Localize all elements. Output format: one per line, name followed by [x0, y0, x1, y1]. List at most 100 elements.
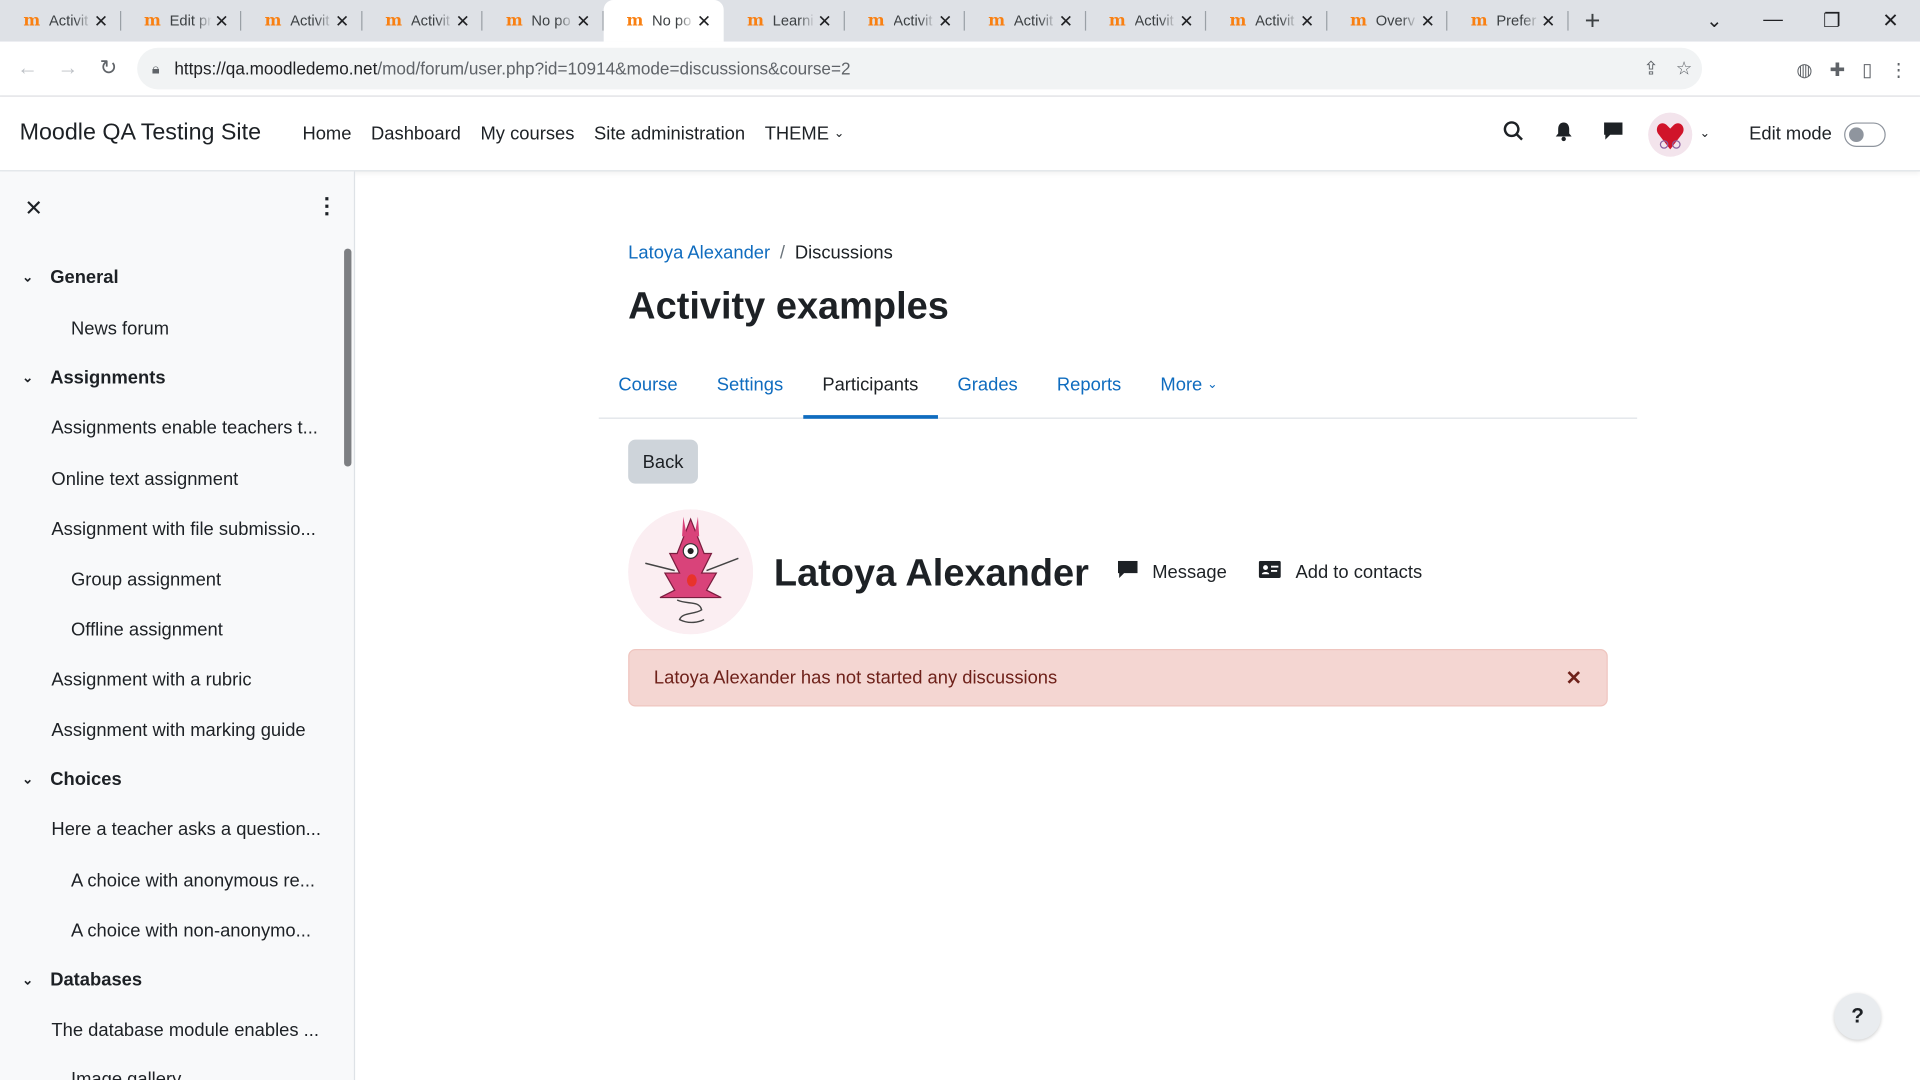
browser-tab[interactable]: m Overv ✕ [1327, 0, 1448, 42]
course-index-drawer: ✕ ⋮ ⌄ General News forum ⌄ Assignments Ass… [0, 171, 356, 1080]
tab-close-icon[interactable]: ✕ [332, 10, 352, 31]
course-index-item[interactable]: A choice with non-anonymo... [71, 921, 323, 942]
browser-menu-icon[interactable]: ⋮ [1889, 58, 1907, 80]
tab-reports[interactable]: Reports [1037, 353, 1141, 418]
course-index-item[interactable]: Assignment with file submissio... [51, 519, 325, 540]
restore-icon[interactable]: ❐ [1802, 9, 1861, 33]
tab-more-dropdown[interactable]: More ⌄ [1141, 353, 1237, 418]
forward-arrow-icon[interactable]: → [48, 56, 88, 80]
course-section-assignments[interactable]: ⌄ Assignments [22, 367, 354, 388]
new-tab-plus-icon[interactable]: + [1568, 0, 1617, 42]
tab-participants[interactable]: Participants [802, 353, 939, 419]
minimize-icon[interactable]: — [1744, 10, 1803, 32]
browser-tab[interactable]: m No po ✕ [482, 0, 603, 42]
window-close-icon[interactable]: ✕ [1861, 9, 1920, 33]
site-brand[interactable]: Moodle QA Testing Site [20, 120, 261, 147]
profile-name: Latoya Alexander [773, 551, 1089, 594]
nav-theme-dropdown[interactable]: THEME ⌄ [765, 123, 844, 144]
nav-site-administration[interactable]: Site administration [594, 123, 745, 144]
close-icon[interactable]: ✕ [1566, 666, 1582, 690]
extension-badge-icon[interactable]: ◍ [1796, 58, 1812, 80]
bookmark-star-icon[interactable]: ☆ [1676, 58, 1692, 80]
tab-close-icon[interactable]: ✕ [574, 10, 594, 31]
reload-icon[interactable]: ↻ [88, 56, 128, 80]
page-title: Activity examples [628, 284, 949, 327]
browser-tab[interactable]: m Activit ✕ [0, 0, 121, 42]
nav-my-courses[interactable]: My courses [481, 123, 575, 144]
course-index-item[interactable]: A choice with anonymous re... [71, 871, 323, 892]
tab-close-icon[interactable]: ✕ [815, 10, 835, 31]
browser-tab[interactable]: m Activit ✕ [844, 0, 965, 42]
browser-tab[interactable]: m Activit ✕ [965, 0, 1086, 42]
notification-bell-icon[interactable] [1554, 121, 1574, 148]
tab-close-icon[interactable]: ✕ [1056, 10, 1076, 31]
tab-course[interactable]: Course [599, 353, 697, 418]
messages-icon[interactable] [1603, 121, 1624, 147]
course-index-item[interactable]: News forum [71, 318, 323, 339]
chevron-down-icon[interactable]: ⌄ [22, 269, 44, 286]
share-icon[interactable]: ⇪ [1643, 58, 1658, 80]
tab-close-icon[interactable]: ✕ [1297, 10, 1317, 31]
extensions-puzzle-icon[interactable]: ✚ [1830, 58, 1845, 80]
tab-close-icon[interactable]: ✕ [694, 10, 714, 31]
course-section-general[interactable]: ⌄ General [22, 267, 354, 288]
course-index-item[interactable]: Assignments enable teachers t... [51, 418, 325, 439]
course-index-item[interactable]: Online text assignment [51, 469, 325, 490]
moodle-favicon-icon: m [626, 11, 644, 31]
edit-mode-label: Edit mode [1749, 123, 1832, 145]
alert-no-discussions: Latoya Alexander has not started any dis… [628, 648, 1608, 707]
tab-close-icon[interactable]: ✕ [1539, 10, 1559, 31]
nav-dashboard[interactable]: Dashboard [371, 123, 461, 144]
close-drawer-icon[interactable]: ✕ [24, 196, 42, 222]
back-button[interactable]: Back [628, 439, 698, 484]
course-section-databases[interactable]: ⌄ Databases [22, 970, 354, 991]
course-index-item[interactable]: Image gallery [71, 1069, 323, 1080]
moodle-favicon-icon: m [385, 11, 403, 31]
tab-grades[interactable]: Grades [938, 353, 1037, 418]
chevron-down-icon[interactable]: ⌄ [22, 972, 44, 988]
tab-settings[interactable]: Settings [697, 353, 803, 418]
user-menu-chevron-icon[interactable]: ⌄ [1700, 127, 1710, 140]
breadcrumb-user-link[interactable]: Latoya Alexander [628, 242, 770, 263]
add-to-contacts-button[interactable]: Add to contacts [1258, 560, 1422, 583]
url-path: /mod/forum/user.php?id=10914&mode=discus… [377, 58, 851, 79]
tab-close-icon[interactable]: ✕ [212, 10, 232, 31]
nav-home[interactable]: Home [302, 123, 351, 144]
course-index-item[interactable]: Offline assignment [71, 620, 323, 641]
course-index-item[interactable]: The database module enables ... [51, 1020, 325, 1041]
chevron-down-icon: ⌄ [833, 126, 845, 141]
lock-icon[interactable]: 🔒︎ [152, 59, 160, 77]
message-button[interactable]: Message [1117, 560, 1227, 584]
help-button[interactable]: ? [1834, 993, 1881, 1040]
course-index-item[interactable]: Group assignment [71, 569, 323, 590]
edit-mode-toggle[interactable] [1844, 121, 1886, 147]
course-section-choices[interactable]: ⌄ Choices [22, 769, 354, 790]
browser-tab[interactable]: m Edit pr ✕ [121, 0, 242, 42]
course-index-item[interactable]: Assignment with a rubric [51, 670, 325, 691]
browser-tab[interactable]: m Activit ✕ [1086, 0, 1207, 42]
profile-picture[interactable] [628, 509, 754, 635]
browser-tab[interactable]: m Activit ✕ [241, 0, 362, 42]
browser-tab[interactable]: m Prefer ✕ [1447, 0, 1568, 42]
tab-close-icon[interactable]: ✕ [91, 10, 111, 31]
tab-close-icon[interactable]: ✕ [453, 10, 473, 31]
url-field[interactable]: 🔒︎ https://qa.moodledemo.net/mod/forum/u… [137, 47, 1703, 90]
side-panel-icon[interactable]: ▯ [1862, 58, 1872, 80]
chevron-down-icon[interactable]: ⌄ [22, 771, 44, 788]
search-icon[interactable] [1503, 120, 1525, 148]
browser-tab[interactable]: m Learni ✕ [724, 0, 845, 42]
browser-tab[interactable]: m Activit ✕ [362, 0, 483, 42]
kebab-menu-icon[interactable]: ⋮ [316, 193, 338, 219]
tab-search-chevron-icon[interactable]: ⌄ [1685, 9, 1744, 33]
tab-close-icon[interactable]: ✕ [1177, 10, 1197, 31]
address-bar: ← → ↻ 🔒︎ https://qa.moodledemo.net/mod/f… [0, 41, 1920, 97]
chevron-down-icon[interactable]: ⌄ [22, 370, 44, 386]
tab-close-icon[interactable]: ✕ [936, 10, 956, 31]
user-avatar[interactable] [1648, 112, 1693, 157]
course-index-item[interactable]: Assignment with marking guide [51, 720, 325, 741]
tab-close-icon[interactable]: ✕ [1418, 10, 1438, 31]
back-arrow-icon[interactable]: ← [7, 56, 47, 80]
browser-tab-active[interactable]: m No po ✕ [603, 0, 724, 42]
browser-tab[interactable]: m Activit ✕ [1206, 0, 1327, 42]
course-index-item[interactable]: Here a teacher asks a question... [51, 819, 325, 840]
